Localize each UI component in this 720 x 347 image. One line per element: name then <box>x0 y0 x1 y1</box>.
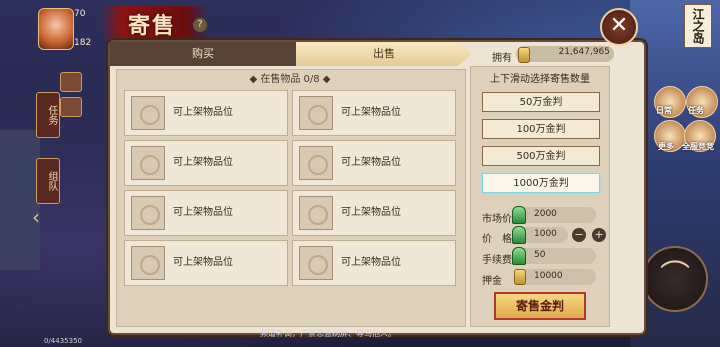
empty-slot-icon <box>299 146 333 180</box>
slot-label: 可上架物品位 <box>341 207 401 218</box>
sale-slot[interactable]: 可上架物品位 <box>292 90 456 136</box>
jade-currency-icon <box>512 247 526 265</box>
collapse-left-icon[interactable]: ‹ <box>32 205 40 229</box>
amount-option[interactable]: 100万金判 <box>482 119 600 139</box>
left-shortcut-1[interactable] <box>60 72 82 92</box>
market-price-label: 市场价 <box>482 214 512 225</box>
tab-sell[interactable]: 出售 <box>296 42 472 66</box>
sale-slot[interactable]: 可上架物品位 <box>124 190 288 236</box>
owned-gold-field: 21,647,965 <box>516 46 614 63</box>
amount-option[interactable]: 500万金判 <box>482 146 600 166</box>
more-label: 更多 <box>658 142 674 151</box>
empty-slot-icon <box>131 146 165 180</box>
side-tab-team[interactable]: 组队 <box>36 158 60 204</box>
empty-slot-icon <box>131 96 165 130</box>
player-sub-value: 182 <box>74 38 92 48</box>
task-label: 任务 <box>688 106 704 115</box>
daily-label: 日常 <box>656 106 672 115</box>
close-button[interactable]: ✕ <box>600 8 638 46</box>
consign-gold-button[interactable]: 寄售金判 <box>494 292 586 320</box>
empty-slot-icon <box>131 196 165 230</box>
bow-attack-icon[interactable]: ⌒ <box>642 246 708 312</box>
price-label: 价 格 <box>482 234 512 245</box>
fee-value: 50 <box>534 250 546 260</box>
left-shortcut-2[interactable] <box>60 97 82 117</box>
jade-currency-icon <box>512 226 526 244</box>
market-price-value: 2000 <box>534 209 557 219</box>
empty-slot-icon <box>131 246 165 280</box>
jade-currency-icon <box>512 206 526 224</box>
price-field[interactable]: 1000 <box>512 226 568 244</box>
deposit-value: 10000 <box>534 271 563 281</box>
gold-coin-icon <box>514 269 526 285</box>
fee-field: 50 <box>512 247 596 265</box>
slot-label: 可上架物品位 <box>173 107 233 118</box>
map-name[interactable]: 江之岛 <box>684 4 712 48</box>
help-icon[interactable]: ? <box>193 18 207 32</box>
amount-picker-title: 上下滑动选择寄售数量 <box>490 74 590 85</box>
sale-slot[interactable]: 可上架物品位 <box>124 90 288 136</box>
empty-slot-icon <box>299 196 333 230</box>
bottom-left-counter: 0/4435350 <box>44 337 82 345</box>
market-price-field: 2000 <box>512 206 596 224</box>
page-title: 寄售 <box>128 13 177 39</box>
sale-slot[interactable]: 可上架物品位 <box>292 190 456 236</box>
price-value: 1000 <box>534 229 557 239</box>
deposit-label: 押金 <box>482 276 502 287</box>
slot-label: 可上架物品位 <box>173 257 233 268</box>
tab-buy[interactable]: 购买 <box>110 42 296 66</box>
slot-label: 可上架物品位 <box>341 257 401 268</box>
empty-slot-icon <box>299 246 333 280</box>
owned-gold-amount: 21,647,965 <box>558 47 610 57</box>
sale-slot[interactable]: 可上架物品位 <box>124 240 288 286</box>
amount-option-selected[interactable]: 1000万金判 <box>482 173 600 193</box>
side-tab-task[interactable]: 任务 <box>36 92 60 138</box>
price-increase-button[interactable]: + <box>592 228 606 242</box>
empty-slot-icon <box>299 96 333 130</box>
sale-slot[interactable]: 可上架物品位 <box>124 140 288 186</box>
owned-label: 拥有 <box>492 53 512 64</box>
price-decrease-button[interactable]: − <box>572 228 586 242</box>
slot-label: 可上架物品位 <box>173 207 233 218</box>
server-event-label: 全服竞竞 <box>682 142 714 151</box>
player-level: 70 <box>74 9 86 19</box>
slot-label: 可上架物品位 <box>173 157 233 168</box>
fee-label: 手续费 <box>482 255 512 266</box>
gold-coin-icon <box>518 47 530 63</box>
on-sale-title: ◆ 在售物品 0/8 ◆ <box>249 74 331 85</box>
slot-label: 可上架物品位 <box>341 107 401 118</box>
slot-label: 可上架物品位 <box>341 157 401 168</box>
sale-slot[interactable]: 可上架物品位 <box>292 240 456 286</box>
deposit-field: 10000 <box>514 269 596 285</box>
background-stone <box>0 130 40 270</box>
chat-notice[interactable]: 频道补调，广景悲意刷屏、辱骂他人。 <box>260 325 500 343</box>
amount-option[interactable]: 50万金判 <box>482 92 600 112</box>
player-avatar[interactable] <box>38 8 74 50</box>
sale-slot[interactable]: 可上架物品位 <box>292 140 456 186</box>
